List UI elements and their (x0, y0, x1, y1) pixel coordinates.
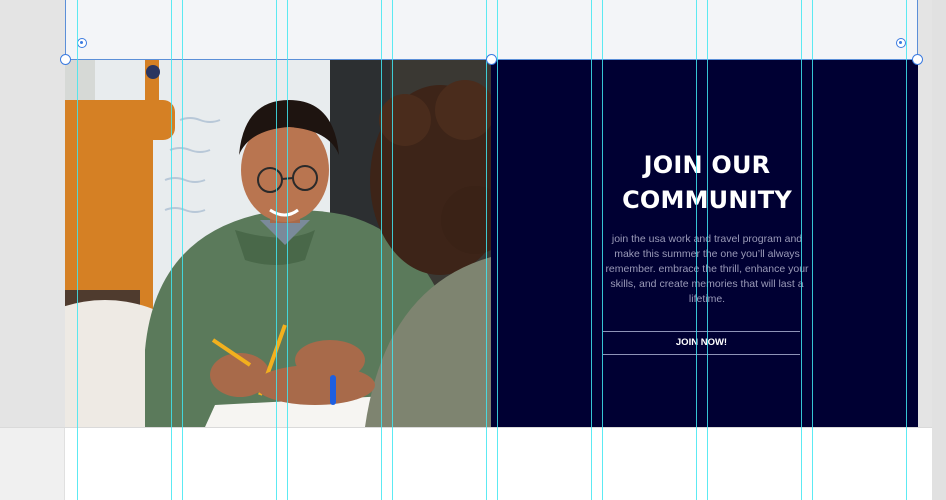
hero-photo (65, 60, 491, 427)
panel-heading: JOIN OUR COMMUNITY (622, 151, 792, 214)
resize-handle-left-icon[interactable] (77, 38, 87, 48)
selection-handle-left-icon[interactable] (60, 54, 71, 65)
panel-body-text: join the usa work and travel program and… (605, 233, 809, 305)
resize-handle-right-icon[interactable] (896, 38, 906, 48)
editor-canvas: JOIN OUR COMMUNITY join the usa work and… (0, 0, 946, 500)
top-section[interactable] (65, 0, 918, 60)
selection-handle-middle-icon[interactable] (486, 54, 497, 65)
hero-section[interactable]: JOIN OUR COMMUNITY join the usa work and… (65, 60, 918, 427)
canvas-gutter-right (932, 0, 946, 500)
join-now-button[interactable]: JOIN NOW! (603, 331, 800, 355)
panel-content: JOIN OUR COMMUNITY join the usa work and… (602, 148, 812, 307)
bottom-left-margin (0, 428, 65, 500)
bottom-section[interactable] (0, 427, 932, 500)
selection-handle-right-icon[interactable] (912, 54, 923, 65)
join-community-panel: JOIN OUR COMMUNITY join the usa work and… (497, 60, 918, 427)
